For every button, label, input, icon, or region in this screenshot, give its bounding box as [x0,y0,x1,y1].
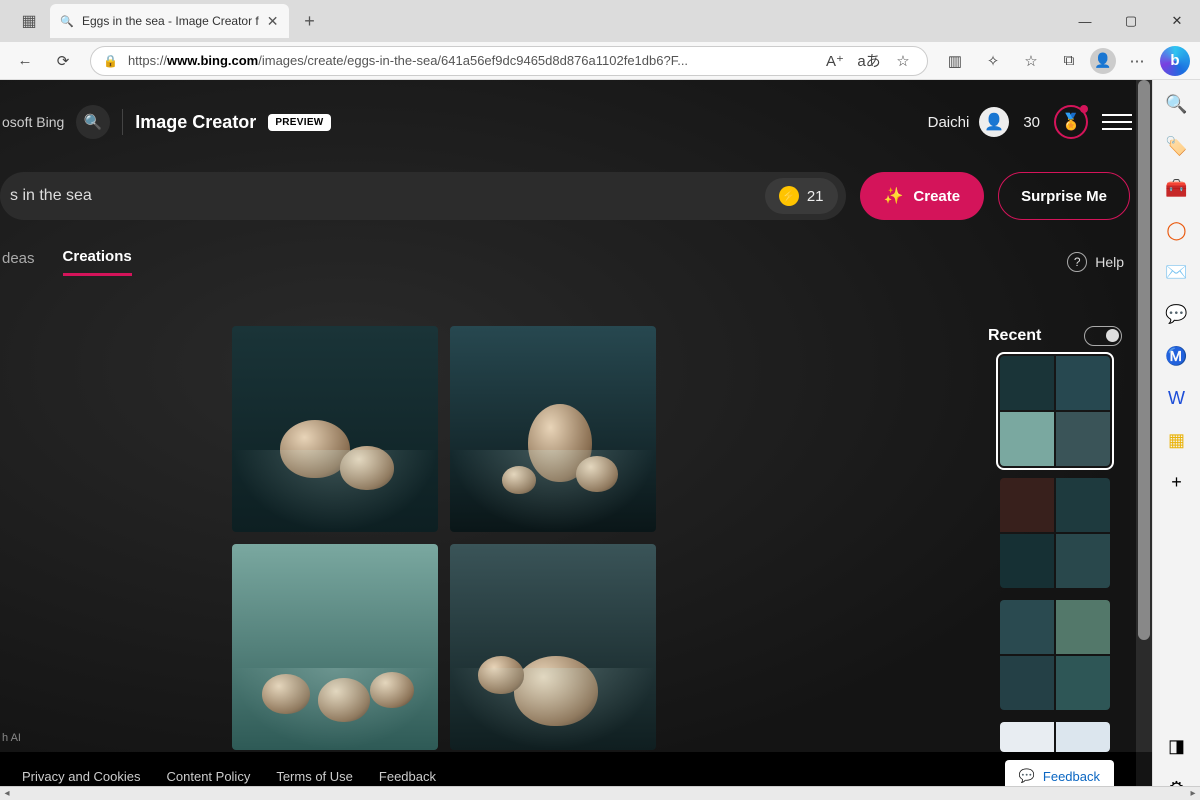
prompt-input[interactable] [10,187,765,205]
boost-pill[interactable]: ⚡ 21 [765,178,838,214]
sidebar-add-icon[interactable]: + [1165,470,1189,494]
page-scrollbar[interactable] [1136,80,1152,752]
hamburger-menu-icon[interactable] [1102,114,1132,130]
footer-content-link[interactable]: Content Policy [167,769,251,784]
boost-icon: ⚡ [779,186,799,206]
browser-toolbar: ← ⟳ 🔒 https://www.bing.com/images/create… [0,42,1200,80]
recent-set[interactable] [1000,356,1110,466]
window-titlebar: ▦ 🔍 Eggs in the sea - Image Creator f ✕ … [0,0,1200,42]
sidebar-outlook-icon[interactable]: ✉️ [1165,260,1189,284]
sidebar-word-icon[interactable]: W [1165,386,1189,410]
tab-actions-icon[interactable]: ▦ [8,0,50,42]
prompt-field[interactable]: ⚡ 21 [0,172,846,220]
sidebar-shopping-icon[interactable]: 🏷️ [1165,134,1189,158]
recent-set[interactable] [1000,722,1110,752]
sidebar-search-icon[interactable]: 🔍 [1165,92,1189,116]
chat-icon: 💬 [1019,768,1035,784]
help-label: Help [1095,254,1124,270]
footer-terms-link[interactable]: Terms of Use [276,769,353,784]
sidebar-hide-icon[interactable]: ◨ [1165,734,1189,758]
tab-close-icon[interactable]: ✕ [267,13,279,30]
scroll-right-icon[interactable]: ▸ [1186,788,1200,799]
tab-title: Eggs in the sea - Image Creator f [82,14,259,28]
more-menu-icon[interactable]: ⋯ [1120,44,1154,78]
recent-set[interactable] [1000,600,1110,710]
sidebar-gmail-icon[interactable]: Ⓜ️ [1165,344,1189,368]
sidebar-office-icon[interactable]: ◯ [1165,218,1189,242]
extensions-icon[interactable]: ✧ [976,44,1010,78]
creation-thumb[interactable] [450,544,656,750]
preview-badge: PREVIEW [268,114,330,131]
back-button[interactable]: ← [8,44,42,78]
ai-disclaimer: h AI [2,732,21,744]
tab-favicon-icon: 🔍 [60,14,74,28]
create-label: Create [913,188,960,205]
recent-set[interactable] [1000,478,1110,588]
collections-icon[interactable]: ⧉ [1052,44,1086,78]
wand-icon: ✨ [884,186,904,206]
window-close-button[interactable]: ✕ [1154,0,1200,42]
read-aloud-icon[interactable]: A⁺ [823,44,847,78]
footer-privacy-link[interactable]: Privacy and Cookies [22,769,141,784]
brand-label: osoft Bing [2,114,64,130]
url-text: https://www.bing.com/images/create/eggs-… [128,53,813,68]
recent-panel: Recent [988,326,1122,752]
rewards-icon[interactable]: 🏅 [1054,105,1088,139]
user-menu[interactable]: Daichi 👤 [928,107,1010,137]
horizontal-scrollbar[interactable]: ◂ ▸ [0,786,1200,800]
address-bar[interactable]: 🔒 https://www.bing.com/images/create/egg… [90,46,928,76]
page-viewport: osoft Bing 🔍 Image Creator PREVIEW Daich… [0,80,1152,800]
sidebar-tools-icon[interactable]: 🧰 [1165,176,1189,200]
creations-gallery [232,326,656,750]
surprise-button[interactable]: Surprise Me [998,172,1130,220]
refresh-button[interactable]: ⟳ [46,44,80,78]
product-title: Image Creator [135,112,256,133]
recent-toggle[interactable] [1084,326,1122,346]
new-tab-button[interactable]: + [295,6,325,36]
footer-feedback-link[interactable]: Feedback [379,769,436,784]
user-name: Daichi [928,114,970,131]
favorites-bar-icon[interactable]: ☆ [1014,44,1048,78]
help-link[interactable]: ? Help [1067,252,1124,272]
feedback-label: Feedback [1043,769,1100,784]
scroll-left-icon[interactable]: ◂ [0,788,14,799]
translate-icon[interactable]: aあ [857,44,881,78]
user-avatar-icon: 👤 [979,107,1009,137]
points-count: 30 [1023,114,1040,131]
creation-thumb[interactable] [232,326,438,532]
creation-thumb[interactable] [232,544,438,750]
profile-avatar[interactable]: 👤 [1090,48,1116,74]
surprise-label: Surprise Me [1021,188,1107,205]
edge-sidebar: 🔍 🏷️ 🧰 ◯ ✉️ 💬 Ⓜ️ W ▦ + ◨ ⚙ [1152,80,1200,800]
help-icon: ? [1067,252,1087,272]
window-minimize-button[interactable]: — [1062,0,1108,42]
boost-count: 21 [807,188,824,205]
divider [122,109,123,135]
tab-creations[interactable]: Creations [63,248,132,276]
lock-icon: 🔒 [103,54,118,68]
tab-ideas[interactable]: deas [2,250,35,275]
create-button[interactable]: ✨ Create [860,172,985,220]
sidebar-messenger-icon[interactable]: 💬 [1165,302,1189,326]
reading-list-icon[interactable]: ▥ [938,44,972,78]
creation-thumb[interactable] [450,326,656,532]
favorite-icon[interactable]: ☆ [891,44,915,78]
search-icon[interactable]: 🔍 [76,105,110,139]
recent-title: Recent [988,327,1041,345]
browser-tab[interactable]: 🔍 Eggs in the sea - Image Creator f ✕ [50,4,289,38]
bing-chat-button[interactable]: b [1158,44,1192,78]
window-maximize-button[interactable]: ▢ [1108,0,1154,42]
sidebar-app-icon[interactable]: ▦ [1165,428,1189,452]
